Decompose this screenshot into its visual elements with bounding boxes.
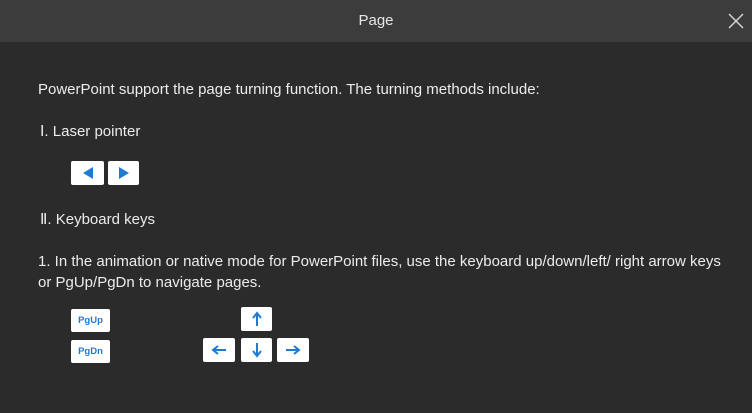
arrow-down-key bbox=[241, 338, 272, 362]
left-triangle-icon bbox=[82, 167, 93, 179]
close-button[interactable] bbox=[724, 9, 748, 33]
laser-left-key bbox=[71, 161, 104, 185]
page-dialog: Page PowerPoint support the page turning… bbox=[0, 0, 752, 413]
intro-text: PowerPoint support the page turning func… bbox=[38, 81, 540, 98]
arrow-right-key bbox=[277, 338, 309, 362]
title-bar: Page bbox=[0, 0, 752, 42]
arrow-up-icon bbox=[251, 311, 262, 326]
keyboard-description: 1. In the animation or native mode for P… bbox=[38, 253, 721, 291]
laser-right-key bbox=[108, 161, 139, 185]
arrow-down-icon bbox=[251, 343, 262, 358]
section-laser-heading: Ⅰ. Laser pointer bbox=[40, 123, 141, 140]
pgdn-key-label: PgDn bbox=[78, 346, 103, 357]
arrow-right-icon bbox=[286, 345, 301, 355]
pgdn-key: PgDn bbox=[71, 340, 110, 363]
pgup-key: PgUp bbox=[71, 309, 110, 332]
section-keyboard-heading: Ⅱ. Keyboard keys bbox=[40, 211, 155, 228]
arrow-left-icon bbox=[211, 345, 226, 355]
dialog-title: Page bbox=[358, 12, 394, 29]
close-icon bbox=[728, 13, 744, 29]
right-triangle-icon bbox=[118, 167, 129, 179]
arrow-up-key bbox=[241, 307, 272, 331]
arrow-left-key bbox=[203, 338, 235, 362]
pgup-key-label: PgUp bbox=[78, 315, 103, 326]
